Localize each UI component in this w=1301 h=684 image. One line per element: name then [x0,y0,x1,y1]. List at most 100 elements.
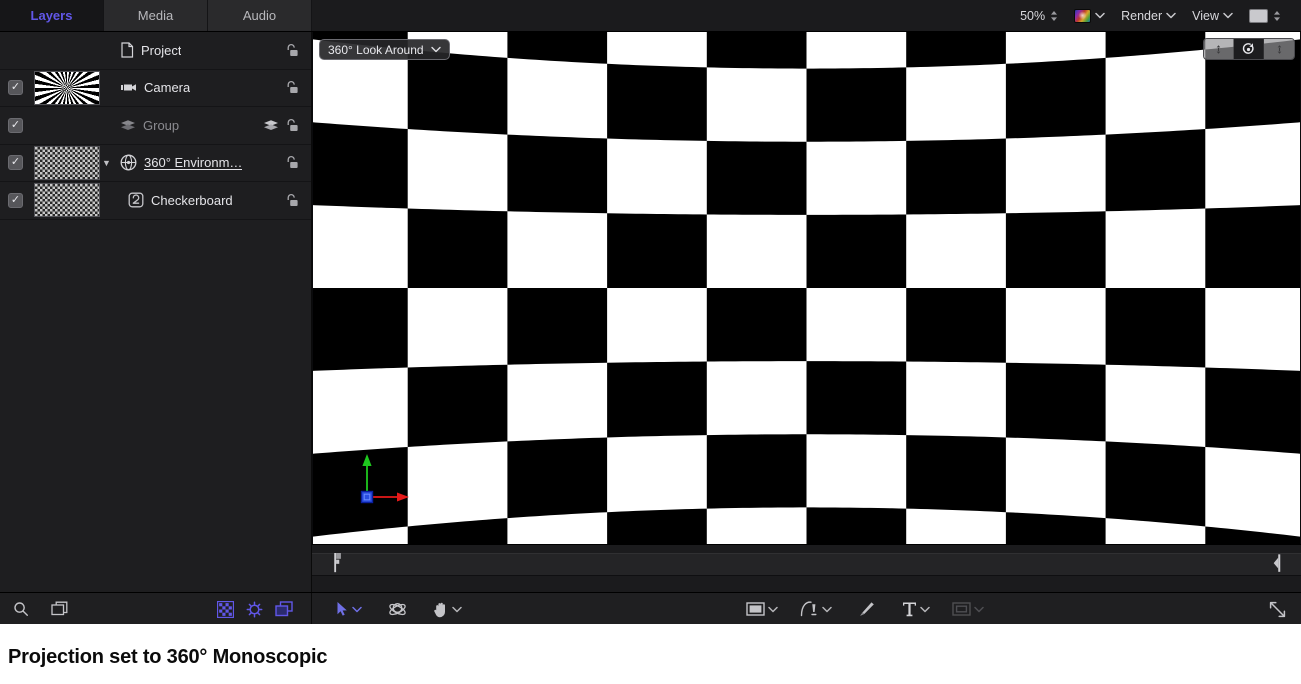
checker-cell [1006,363,1106,442]
timeline-out-point-marker[interactable] [1272,553,1282,574]
layer-row-controls [285,80,311,95]
group-layers-icon [120,119,136,132]
layer-row-group[interactable]: ✓ Group [0,107,311,145]
layer-row-checkerboard[interactable]: ✓ Checkerboard [0,182,311,220]
view-mode-dropdown[interactable]: 360° Look Around [319,39,450,60]
layer-enable-cell: ✓ [0,193,31,208]
crop-icon [952,601,971,617]
unlocked-icon[interactable] [285,193,299,208]
layers-panel: Project ✓ [0,32,312,592]
tab-layers[interactable]: Layers [0,0,104,31]
layer-row-camera[interactable]: ✓ Camera [0,70,311,108]
layer-thumbnail-cell [31,183,102,217]
layers-panel-footer [0,593,312,624]
checker-cell [707,141,807,215]
layer-enable-checkbox[interactable]: ✓ [8,80,23,95]
select-arrow-tool[interactable] [330,596,368,622]
tab-media-label: Media [138,8,173,23]
dolly-view-mode-button[interactable] [1264,39,1294,59]
checker-cell [607,362,707,438]
figure-caption: Projection set to 360° Monoscopic [8,646,327,669]
checker-cell [507,288,607,365]
checker-cell [313,288,408,371]
layer-thumbnail-cell [31,108,102,142]
timeline-in-point-marker[interactable] [333,552,343,574]
tab-audio[interactable]: Audio [208,0,312,31]
gizmo-x-arrow [397,493,409,502]
layer-enable-cell [0,43,31,58]
unlocked-icon[interactable] [285,80,299,95]
display-mode-swatch[interactable] [1249,9,1268,23]
checker-cell [408,50,508,135]
timeline-track[interactable] [312,553,1301,576]
gear-settings-button[interactable] [240,596,269,622]
shape-rect-tool[interactable] [740,596,784,622]
layer-body: Camera [102,80,285,95]
group-badge-icon[interactable] [263,119,279,132]
display-stepper-icon[interactable] [1273,10,1281,22]
layer-enable-checkbox[interactable]: ✓ [8,193,23,208]
orbit-3d-tool[interactable] [382,596,413,622]
unlocked-icon[interactable] [285,155,299,170]
checker-cell [1106,288,1206,367]
panels-icon [275,601,293,617]
checker-cell [707,288,807,362]
color-swatch-control[interactable] [1066,4,1113,28]
gizmo-center-handle[interactable] [362,492,373,503]
layer-row-360-environment[interactable]: ✓ ▼ 360° Environm… [0,145,311,183]
starburst-pattern [35,72,99,104]
checker-cell [607,509,707,544]
layer-enable-checkbox[interactable]: ✓ [8,118,23,133]
render-menu[interactable]: Render [1113,4,1184,28]
zoom-level-control[interactable]: 50% [1012,4,1066,28]
pan-view-mode-button[interactable] [1204,39,1234,59]
text-tool[interactable] [896,596,936,622]
layer-row-project[interactable]: Project [0,32,311,70]
layer-row-controls [285,193,311,208]
select-arrow-icon [336,601,349,617]
checker-cell [607,213,707,288]
layer-body: Project [102,42,285,58]
checker-cell [906,139,1006,215]
canvas-view-mode-segments [1203,38,1295,60]
gradient-color-swatch[interactable] [1074,9,1091,23]
layer-name: Project [141,43,181,58]
checkerboard-pattern [35,147,99,179]
document-icon [120,42,134,58]
layer-name: Checkerboard [151,193,233,208]
crop-tool[interactable] [946,596,990,622]
chevron-down-icon [1095,12,1105,19]
layer-body: Checkerboard [102,192,285,208]
zoom-stepper-icon[interactable] [1050,10,1058,22]
stepper-arrows-icon [1273,10,1281,22]
canvas-viewport[interactable]: 360° Look Around [312,32,1301,544]
bezier-mask-icon [800,600,819,618]
disclosure-triangle-icon[interactable]: ▼ [102,158,113,168]
display-mode-control[interactable] [1241,4,1289,28]
unlocked-icon[interactable] [285,118,299,133]
shape-rect-icon [746,601,765,617]
add-layer-button[interactable] [45,596,74,622]
panels-button[interactable] [269,596,299,622]
layer-thumbnail-checkerboard [34,146,100,180]
checker-cell [906,32,1006,67]
unlocked-icon[interactable] [285,43,299,58]
layer-thumbnail-none [34,108,100,142]
orbit-view-mode-button[interactable] [1234,39,1264,59]
paint-stroke-icon [858,600,876,618]
tab-media[interactable]: Media [104,0,208,31]
paint-stroke-tool[interactable] [852,596,882,622]
search-button[interactable] [7,596,35,622]
bezier-mask-tool[interactable] [794,596,838,622]
pan-hand-tool[interactable] [427,596,468,622]
checkerboard-toggle-icon [217,601,234,618]
checkerboard-pattern [35,184,99,216]
view-menu[interactable]: View [1184,4,1241,28]
layer-body: ▼ 360° Environm… [102,154,285,171]
layer-enable-checkbox[interactable]: ✓ [8,155,23,170]
checkerboard-toggle-button[interactable] [211,596,240,622]
checker-cell [807,507,907,544]
3d-axis-gizmo[interactable] [357,450,419,510]
mini-timeline[interactable] [312,544,1301,592]
fullscreen-toggle-button[interactable] [1262,596,1293,622]
